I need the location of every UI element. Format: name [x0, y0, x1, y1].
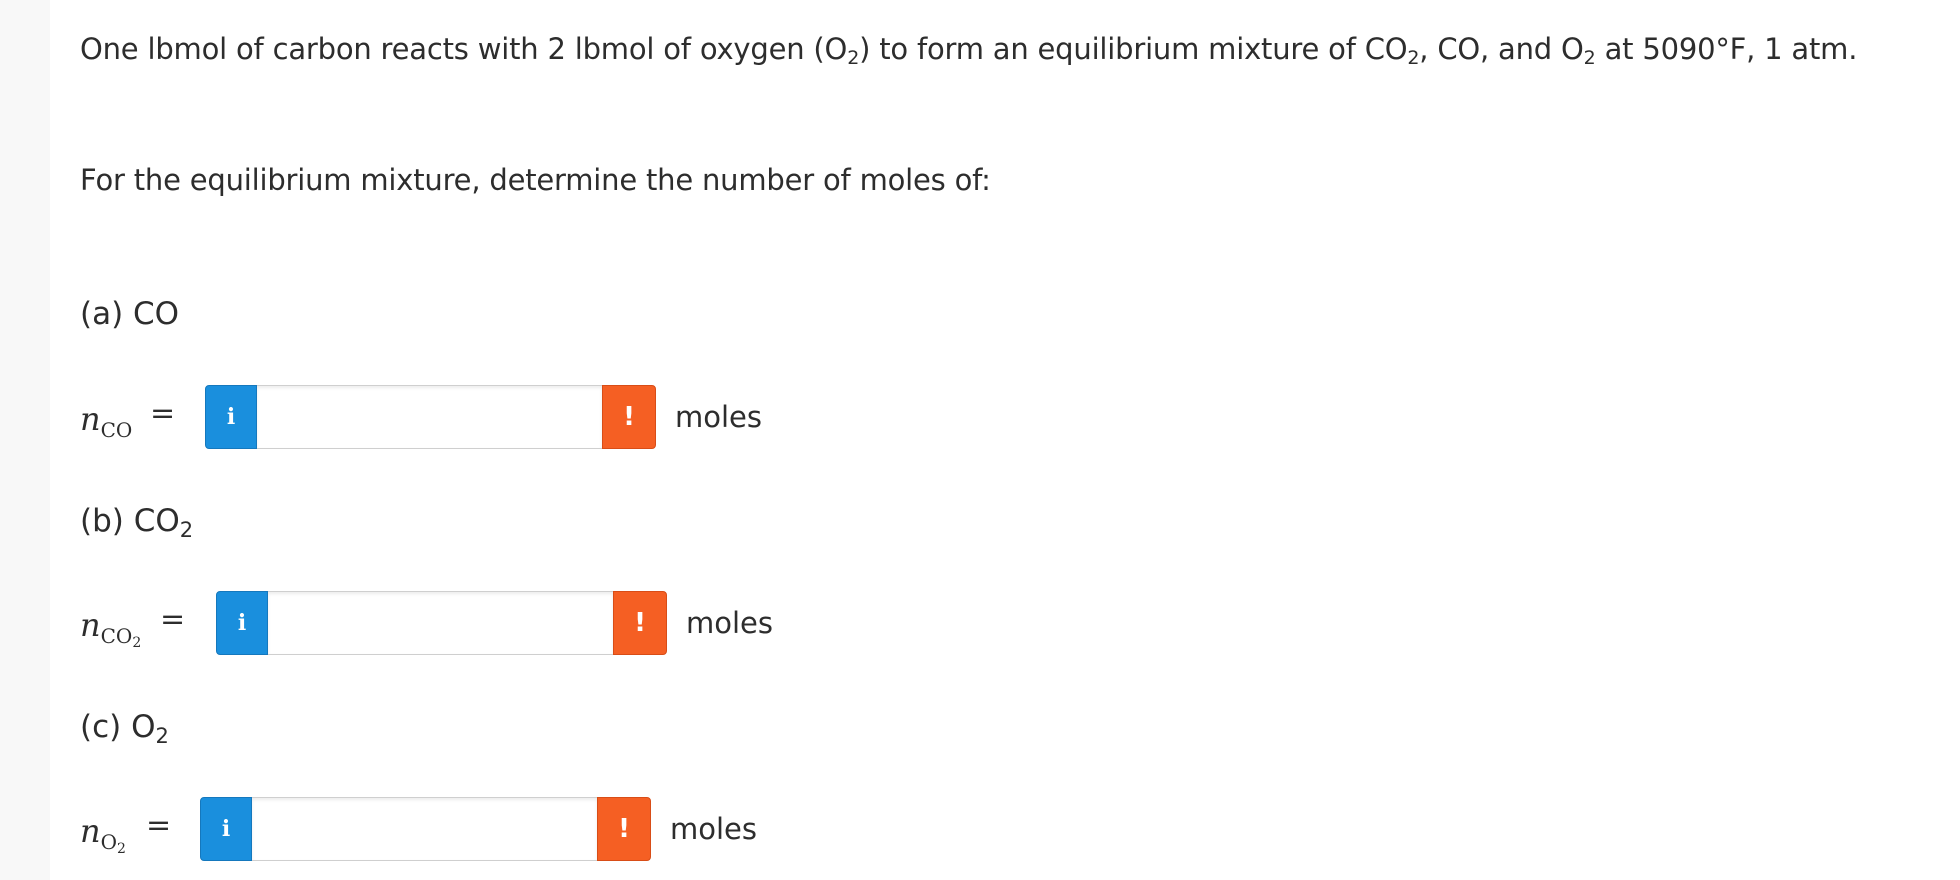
answer-input-co[interactable]: [257, 385, 602, 449]
info-icon[interactable]: i: [205, 385, 257, 449]
instruction-text: For the equilibrium mixture, determine t…: [80, 163, 991, 197]
problem-statement: One lbmol of carbon reacts with 2 lbmol …: [80, 32, 1858, 69]
unit-label: moles: [686, 606, 773, 640]
info-icon[interactable]: i: [216, 591, 268, 655]
n-co-variable: nCO: [80, 400, 133, 442]
equals-sign: =: [160, 602, 186, 637]
answer-row-co: i ! moles: [205, 384, 762, 450]
part-a-label: (a) CO: [80, 296, 180, 332]
answer-row-co2: i ! moles: [216, 590, 773, 656]
warning-icon[interactable]: !: [602, 385, 656, 449]
part-c-label: (c) O2: [80, 709, 169, 748]
warning-icon[interactable]: !: [613, 591, 667, 655]
n-o2-variable: nO2: [80, 812, 126, 857]
warning-icon[interactable]: !: [597, 797, 651, 861]
unit-label: moles: [670, 812, 757, 846]
n-co2-variable: nCO2: [80, 606, 142, 651]
answer-input-o2[interactable]: [252, 797, 597, 861]
answer-row-o2: i ! moles: [200, 796, 757, 862]
info-icon[interactable]: i: [200, 797, 252, 861]
equals-sign: =: [146, 808, 172, 843]
question-content: One lbmol of carbon reacts with 2 lbmol …: [50, 0, 1960, 880]
answer-input-co2[interactable]: [268, 591, 613, 655]
unit-label: moles: [675, 400, 762, 434]
part-b-label: (b) CO2: [80, 503, 194, 542]
equals-sign: =: [150, 396, 176, 431]
